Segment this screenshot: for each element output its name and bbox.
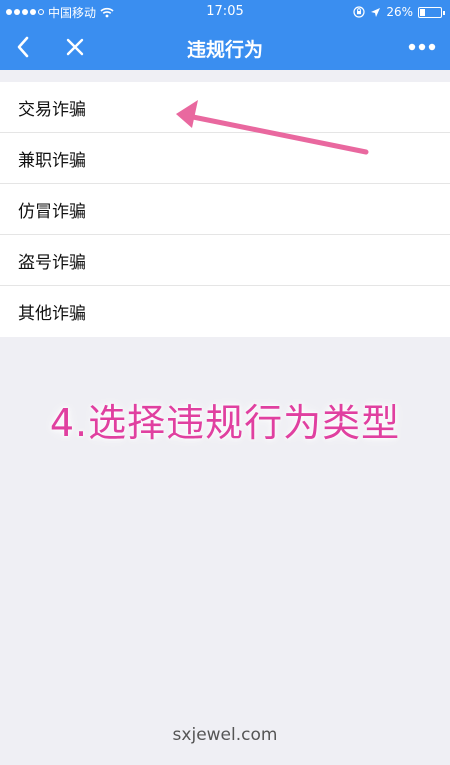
annotation-arrow-icon [176,100,369,155]
list-item-other-fraud[interactable]: 其他诈骗 [0,286,450,337]
watermark: sxjewel.com [172,725,278,745]
annotation-text: 4.选择违规行为类型 [49,401,401,445]
list-item-account-theft-fraud[interactable]: 盗号诈骗 [0,235,450,286]
